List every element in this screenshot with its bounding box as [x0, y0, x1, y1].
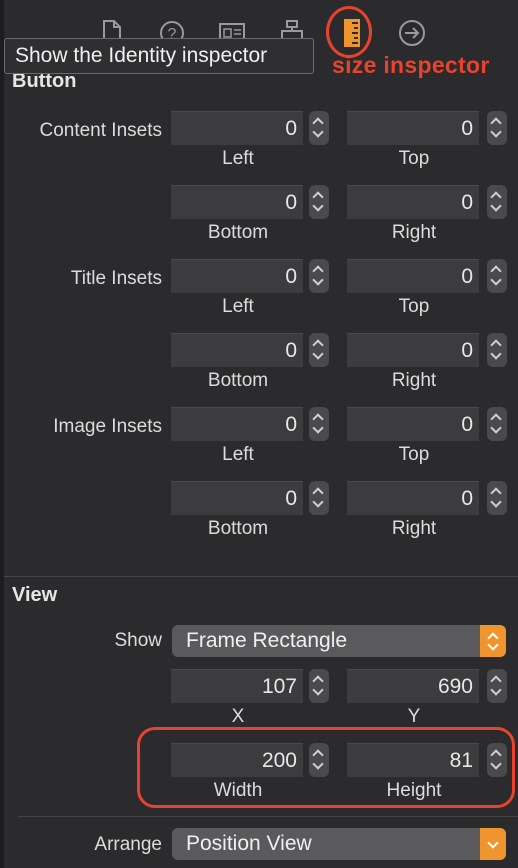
- x-stepper[interactable]: [309, 669, 329, 703]
- chevron-updown-icon: [480, 625, 506, 657]
- arrange-popup-value: Position View: [186, 832, 312, 855]
- title-insets-label: Title Insets: [70, 268, 162, 289]
- y-stepper[interactable]: [487, 669, 507, 703]
- arrange-label: Arrange: [94, 834, 162, 855]
- title-insets-left-caption: Left: [222, 296, 254, 317]
- title-insets-top-stepper[interactable]: [487, 259, 507, 293]
- image-insets-right-caption: Right: [391, 518, 437, 539]
- title-insets-top-caption: Top: [398, 296, 430, 317]
- image-insets-top-field[interactable]: 0: [347, 407, 479, 441]
- y-field[interactable]: 690: [347, 669, 479, 703]
- content-insets-left-stepper[interactable]: [309, 111, 329, 145]
- content-insets-bottom-stepper[interactable]: [309, 185, 329, 219]
- content-insets-top-field[interactable]: 0: [347, 111, 479, 145]
- image-insets-bottom-field[interactable]: 0: [171, 481, 303, 515]
- title-insets-bottom-field[interactable]: 0: [171, 333, 303, 367]
- title-insets-bottom-stepper[interactable]: [309, 333, 329, 367]
- image-insets-label: Image Insets: [53, 416, 162, 437]
- image-insets-top-stepper[interactable]: [487, 407, 507, 441]
- image-insets-bottom-caption: Bottom: [207, 518, 269, 539]
- view-section-title: View: [12, 584, 58, 606]
- image-insets-left-stepper[interactable]: [309, 407, 329, 441]
- content-insets-top-stepper[interactable]: [487, 111, 507, 145]
- title-insets-bottom-caption: Bottom: [207, 370, 269, 391]
- content-insets-right-field[interactable]: 0: [347, 185, 479, 219]
- image-insets-left-field[interactable]: 0: [171, 407, 303, 441]
- show-popup-value: Frame Rectangle: [186, 629, 348, 652]
- content-insets-left-caption: Left: [222, 148, 254, 169]
- connections-icon[interactable]: [398, 18, 426, 48]
- content-insets-left-field[interactable]: 0: [171, 111, 303, 145]
- image-insets-left-caption: Left: [222, 444, 254, 465]
- size-fields-highlight-rect: [137, 727, 515, 808]
- image-insets-right-field[interactable]: 0: [347, 481, 479, 515]
- image-insets-bottom-stepper[interactable]: [309, 481, 329, 515]
- chevron-down-icon: [480, 828, 506, 860]
- title-insets-right-stepper[interactable]: [487, 333, 507, 367]
- title-insets-top-field[interactable]: 0: [347, 259, 479, 293]
- content-insets-label: Content Insets: [39, 120, 162, 141]
- section-divider: [4, 576, 518, 577]
- arrange-popup[interactable]: Position View: [172, 828, 506, 860]
- title-insets-left-stepper[interactable]: [309, 259, 329, 293]
- show-label: Show: [114, 630, 162, 651]
- x-caption: X: [231, 706, 245, 727]
- x-field[interactable]: 107: [171, 669, 303, 703]
- content-insets-bottom-caption: Bottom: [207, 222, 269, 243]
- content-insets-right-stepper[interactable]: [487, 185, 507, 219]
- title-insets-right-caption: Right: [391, 370, 437, 391]
- show-popup[interactable]: Frame Rectangle: [172, 625, 506, 657]
- arrange-divider: [18, 816, 518, 817]
- size-inspector-annotation: size inspector: [332, 52, 490, 78]
- content-insets-bottom-field[interactable]: 0: [171, 185, 303, 219]
- content-insets-top-caption: Top: [398, 148, 430, 169]
- title-insets-left-field[interactable]: 0: [171, 259, 303, 293]
- title-insets-right-field[interactable]: 0: [347, 333, 479, 367]
- y-caption: Y: [407, 706, 421, 727]
- size-inspector-highlight-circle: [326, 6, 372, 58]
- identity-inspector-tooltip: Show the Identity inspector: [4, 38, 314, 74]
- image-insets-right-stepper[interactable]: [487, 481, 507, 515]
- image-insets-top-caption: Top: [398, 444, 430, 465]
- content-insets-right-caption: Right: [391, 222, 437, 243]
